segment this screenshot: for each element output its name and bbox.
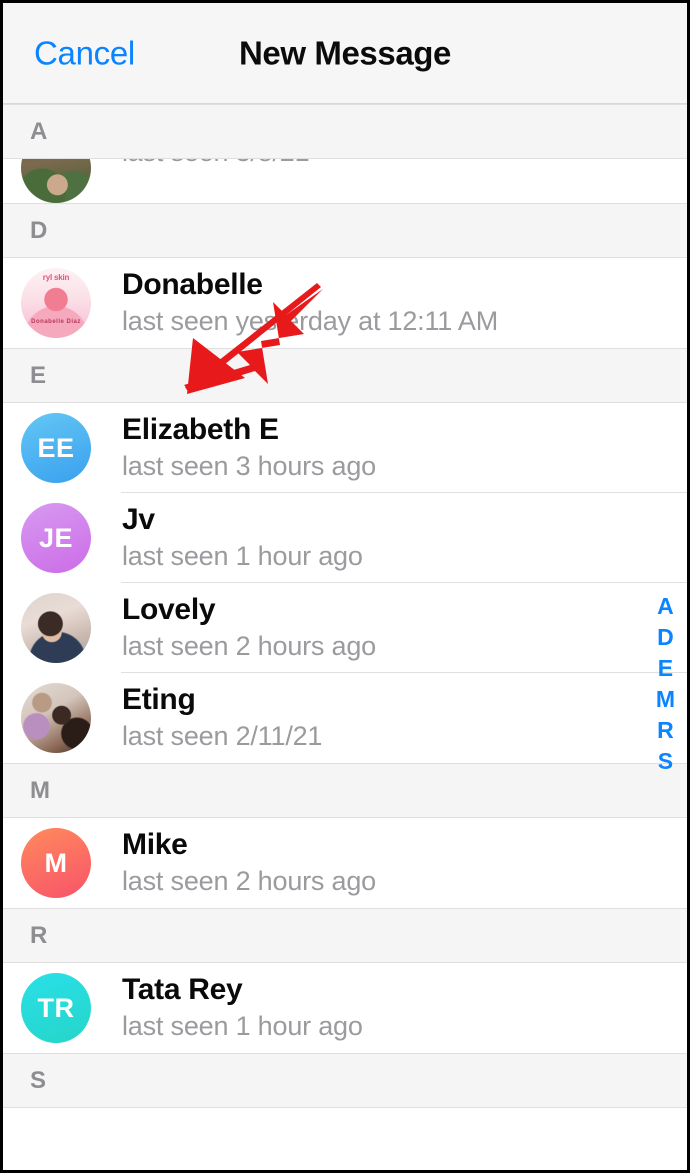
avatar-initials-text: JE bbox=[38, 522, 74, 553]
contact-row[interactable]: Lovely last seen 2 hours ago bbox=[3, 583, 687, 673]
contact-status: last seen 3/8/21 bbox=[122, 159, 310, 170]
contact-info: Lovely last seen 2 hours ago bbox=[122, 592, 376, 664]
section-letter: D bbox=[30, 216, 48, 244]
avatar-photo bbox=[21, 683, 91, 753]
section-letter: A bbox=[30, 117, 48, 145]
navigation-bar: Cancel New Message bbox=[3, 3, 687, 104]
alphabet-index-a[interactable]: A bbox=[657, 595, 674, 618]
page-title: New Message bbox=[238, 34, 452, 72]
avatar-brand-bottom: Donabelle Diaz bbox=[31, 319, 81, 325]
alphabet-index-d[interactable]: D bbox=[657, 626, 674, 649]
contact-info: last seen 3/8/21 bbox=[122, 159, 310, 170]
section-header-d: D bbox=[3, 203, 687, 258]
contact-status: last seen yesterday at 12:11 AM bbox=[122, 306, 499, 337]
section-header-s: S bbox=[3, 1053, 687, 1108]
alphabet-index-s[interactable]: S bbox=[658, 750, 673, 773]
contact-info: Eting last seen 2/11/21 bbox=[122, 682, 322, 754]
avatar-initials: JE bbox=[21, 503, 91, 573]
section-header-r: R bbox=[3, 908, 687, 963]
contact-row[interactable]: TR Tata Rey last seen 1 hour ago bbox=[3, 963, 687, 1053]
phone-screen: Cancel New Message Alast seen 3/8/21 Dryl… bbox=[0, 0, 690, 1173]
avatar-photo bbox=[21, 593, 91, 663]
contact-name: Lovely bbox=[122, 592, 216, 626]
contact-name: Eting bbox=[122, 682, 196, 716]
contact-row[interactable]: Eting last seen 2/11/21 bbox=[3, 673, 687, 763]
section-letter: R bbox=[30, 921, 48, 949]
alphabet-index-m[interactable]: M bbox=[656, 688, 675, 711]
contact-row[interactable]: JE Jv last seen 1 hour ago bbox=[3, 493, 687, 583]
avatar-photo: ryl skin Donabelle Diaz bbox=[21, 268, 91, 338]
avatar-initials: TR bbox=[21, 973, 91, 1043]
contact-status: last seen 1 hour ago bbox=[122, 541, 363, 572]
avatar-initials: M bbox=[21, 828, 91, 898]
contact-status: last seen 2/11/21 bbox=[122, 721, 323, 752]
contact-name: Mike bbox=[122, 827, 188, 861]
section-letter: M bbox=[30, 776, 51, 804]
contact-info: Jv last seen 1 hour ago bbox=[122, 502, 363, 574]
contact-list[interactable]: Alast seen 3/8/21 Dryl skin Donabelle Diaz… bbox=[3, 104, 687, 1170]
contact-row[interactable]: EE Elizabeth E last seen 3 hours ago bbox=[3, 403, 687, 493]
avatar-initials-text: M bbox=[44, 847, 68, 878]
section-letter: E bbox=[30, 361, 47, 389]
contact-name: Donabelle bbox=[122, 267, 263, 301]
contact-info: Mike last seen 2 hours ago bbox=[122, 827, 376, 899]
contact-name: Jv bbox=[122, 502, 155, 536]
section-header-e: E bbox=[3, 348, 687, 403]
avatar-photo bbox=[21, 159, 91, 203]
contact-status: last seen 2 hours ago bbox=[122, 631, 376, 662]
avatar-initials-text: EE bbox=[37, 432, 75, 463]
alphabet-index[interactable]: ADEMRS bbox=[656, 595, 675, 773]
contact-info: Elizabeth E last seen 3 hours ago bbox=[122, 412, 376, 484]
alphabet-index-r[interactable]: R bbox=[657, 719, 674, 742]
alphabet-index-e[interactable]: E bbox=[658, 657, 673, 680]
section-header-a: A bbox=[3, 104, 687, 159]
section-header-m: M bbox=[3, 763, 687, 818]
contact-name: Tata Rey bbox=[122, 972, 243, 1006]
contact-status: last seen 2 hours ago bbox=[122, 866, 376, 897]
contact-status: last seen 3 hours ago bbox=[122, 451, 376, 482]
contact-status: last seen 1 hour ago bbox=[122, 1011, 363, 1042]
contact-name: Elizabeth E bbox=[122, 412, 279, 446]
contact-row[interactable]: M Mike last seen 2 hours ago bbox=[3, 818, 687, 908]
avatar-brand-top: ryl skin bbox=[42, 273, 70, 282]
contact-row[interactable]: ryl skin Donabelle Diaz Donabelle last seen… bbox=[3, 258, 687, 348]
section-letter: S bbox=[30, 1066, 47, 1094]
avatar-initials: EE bbox=[21, 413, 91, 483]
contact-info: Donabelle last seen yesterday at 12:11 AM bbox=[122, 267, 498, 339]
contact-info: Tata Rey last seen 1 hour ago bbox=[122, 972, 363, 1044]
contact-row[interactable]: last seen 3/8/21 bbox=[3, 159, 687, 203]
avatar-initials-text: TR bbox=[37, 992, 75, 1023]
